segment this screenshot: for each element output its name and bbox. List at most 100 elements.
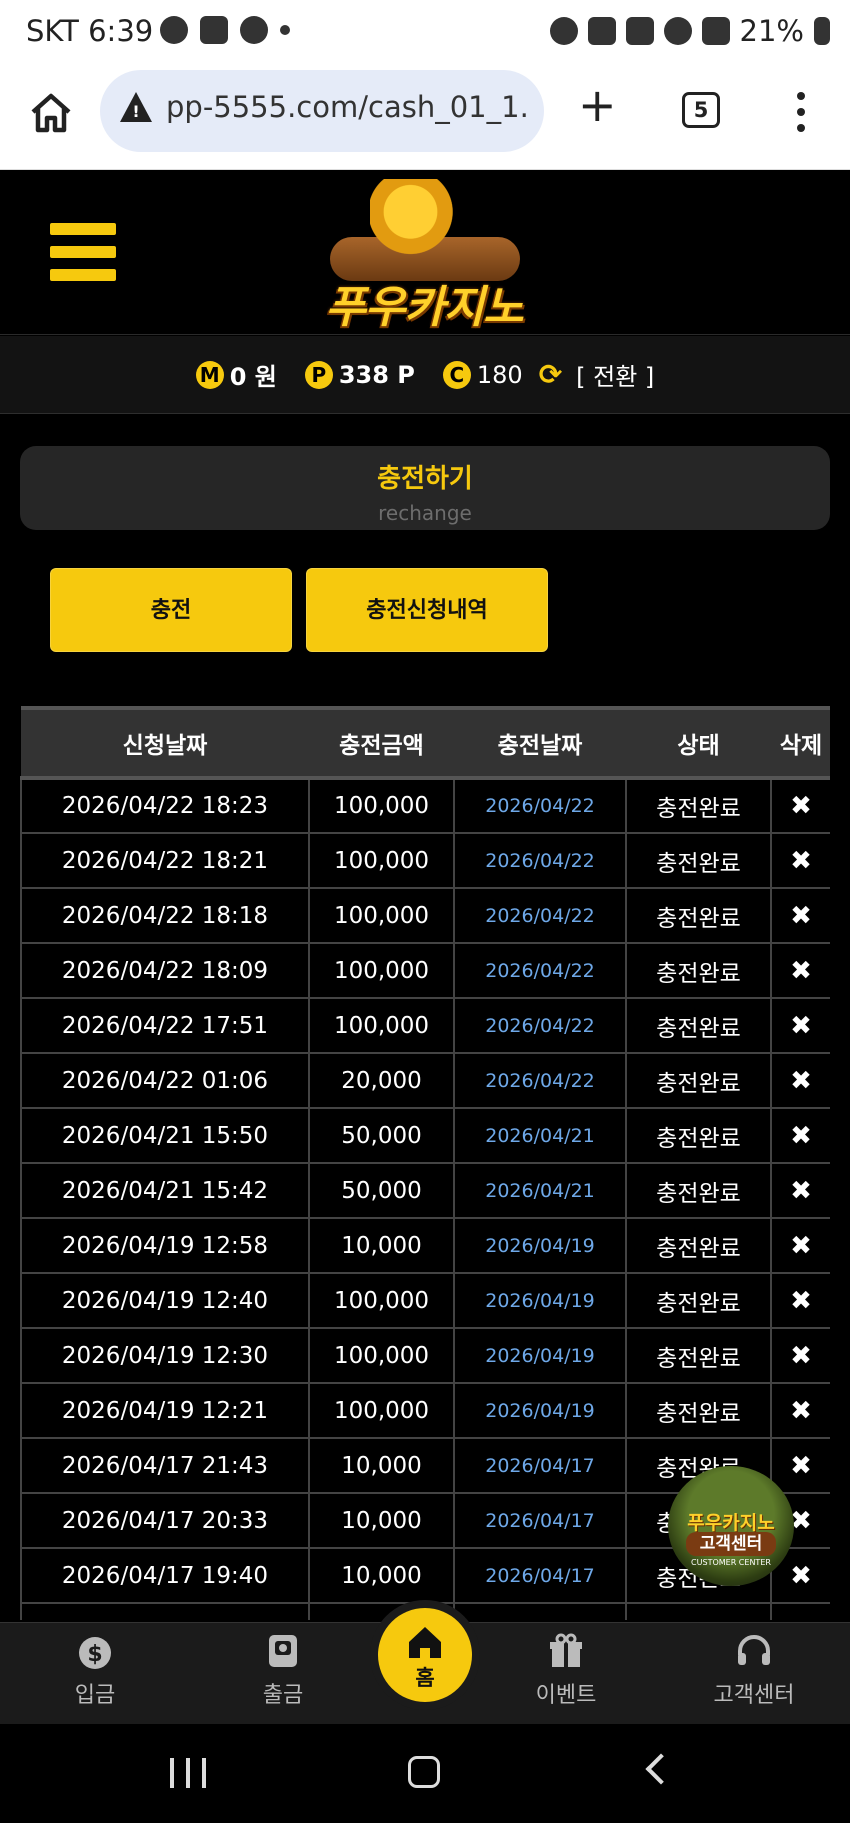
status-cell: 충전완료 (625, 832, 772, 889)
applied-date-cell: 2026/04/19 12:58 (20, 1217, 310, 1274)
hamburger-menu-icon[interactable] (50, 223, 116, 281)
amount-cell: 100,000 (308, 887, 455, 944)
section-title-box: 충전하기 rechange (20, 446, 830, 530)
page-subtitle: rechange (378, 501, 472, 525)
browser-menu-icon[interactable] (796, 92, 806, 132)
applied-date-cell: 2026/04/21 15:42 (20, 1162, 310, 1219)
delete-icon[interactable]: ✖ (770, 1382, 830, 1439)
page-title: 충전하기 (377, 464, 473, 494)
delete-icon[interactable]: ✖ (770, 1162, 830, 1219)
notification-icons (160, 16, 290, 44)
delete-icon[interactable]: ✖ (770, 942, 830, 999)
nav-event[interactable]: 이벤트 (506, 1631, 626, 1709)
tab-switcher-button[interactable]: 5 (682, 92, 720, 128)
applied-date-cell: 2026/04/21 15:50 (20, 1107, 310, 1164)
logo-bear-graphic (370, 179, 460, 261)
home-icon (409, 1627, 441, 1658)
recharge-date-cell: 2026/04/22 (453, 1052, 627, 1109)
nav-customer-center[interactable]: 고객센터 (694, 1631, 814, 1709)
delete-icon[interactable]: ✖ (770, 1272, 830, 1329)
table-row: 2026/04/22 17:51 100,000 2026/04/22 충전완료 ✖ (20, 997, 830, 1054)
gift-icon (550, 1633, 582, 1667)
amount-cell: 10,000 (308, 1437, 455, 1494)
recharge-date-cell: 2026/04/17 (453, 1602, 627, 1620)
new-tab-icon[interactable]: + (578, 82, 617, 128)
system-home-icon[interactable] (408, 1756, 440, 1788)
table-header-row: 신청날짜 충전금액 충전날짜 상태 삭제 (21, 706, 830, 778)
applied-date-cell: 2026/04/17 20:33 (20, 1492, 310, 1549)
delete-icon[interactable]: ✖ (770, 887, 830, 944)
cs-badge-brand: 푸우카지노 (687, 1512, 775, 1534)
table-row: 2026/04/19 12:30 100,000 2026/04/19 충전완료 ✖ (20, 1327, 830, 1384)
recharge-date-cell: 2026/04/21 (453, 1162, 627, 1219)
delete-icon[interactable]: ✖ (770, 1052, 830, 1109)
amount-cell: 10,000 (308, 1217, 455, 1274)
refresh-icon[interactable]: ⟳ (539, 358, 562, 391)
headset-icon (738, 1635, 770, 1665)
recharge-date-cell: 2026/04/17 (453, 1547, 627, 1604)
delete-icon[interactable]: ✖ (770, 776, 830, 834)
status-cell: 충전완료 (625, 1382, 772, 1439)
location-icon (663, 17, 692, 45)
points-value: 338 P (338, 360, 415, 389)
applied-date-cell: 2026/04/17 19:20 (20, 1602, 310, 1620)
recharge-date-cell: 2026/04/22 (453, 997, 627, 1054)
amount-cell: 50,000 (308, 1107, 455, 1164)
gallery-icon (200, 16, 228, 44)
browser-home-icon[interactable] (28, 90, 74, 136)
header-amount: 충전금액 (309, 706, 454, 778)
delete-icon[interactable]: ✖ (770, 832, 830, 889)
status-cell: 충전완료 (625, 1052, 772, 1109)
recents-icon[interactable] (170, 1758, 206, 1788)
table-row: 2026/04/21 15:42 50,000 2026/04/21 충전완료 ✖ (20, 1162, 830, 1219)
amount-cell: 50,000 (308, 1162, 455, 1219)
amount-cell: 10,000 (308, 1492, 455, 1549)
delete-icon[interactable]: ✖ (770, 1217, 830, 1274)
nav-deposit[interactable]: $ 입금 (35, 1631, 155, 1709)
customer-center-badge[interactable]: 푸우카지노 고객센터 CUSTOMER CENTER (668, 1466, 794, 1586)
applied-date-cell: 2026/04/22 18:23 (20, 776, 310, 834)
status-cell: 충전완료 (625, 1272, 772, 1329)
applied-date-cell: 2026/04/17 21:43 (20, 1437, 310, 1494)
system-indicators: 21% (549, 14, 830, 48)
nav-home-button[interactable]: 홈 (378, 1608, 472, 1702)
status-cell: 충전완료 (625, 887, 772, 944)
mute-icon (625, 17, 654, 45)
more-dot-icon (280, 25, 290, 35)
recharge-date-cell: 2026/04/19 (453, 1217, 627, 1274)
dollar-bag-icon: $ (79, 1637, 111, 1669)
talk-icon (160, 16, 188, 44)
nav-customer-center-label: 고객센터 (713, 1683, 795, 1708)
back-icon[interactable] (645, 1753, 677, 1785)
url-text[interactable]: pp-5555.com/cash_01_1.as (166, 90, 530, 124)
recharge-date-cell: 2026/04/19 (453, 1272, 627, 1329)
delete-icon[interactable]: ✖ (770, 1437, 830, 1494)
applied-date-cell: 2026/04/22 01:06 (20, 1052, 310, 1109)
lte-signal-icon (701, 17, 730, 45)
delete-icon[interactable]: ✖ (770, 1602, 830, 1620)
applied-date-cell: 2026/04/22 17:51 (20, 997, 310, 1054)
amount-cell: 100,000 (308, 942, 455, 999)
table-row: 2026/04/19 12:21 100,000 2026/04/19 충전완료 ✖ (20, 1382, 830, 1439)
recharge-button[interactable]: 충전 (50, 568, 292, 652)
cs-badge-sublabel: CUSTOMER CENTER (691, 1558, 771, 1567)
atm-icon (269, 1635, 297, 1667)
signal-app-icon (240, 16, 268, 44)
header-recharge-date: 충전날짜 (454, 706, 626, 778)
delete-icon[interactable]: ✖ (770, 997, 830, 1054)
table-row: 2026/04/19 12:40 100,000 2026/04/19 충전완료 ✖ (20, 1272, 830, 1329)
delete-icon[interactable]: ✖ (770, 1327, 830, 1384)
switch-button[interactable]: [ 전환 ] (576, 357, 654, 392)
table-row: 2026/04/22 18:21 100,000 2026/04/22 충전완료 ✖ (20, 832, 830, 889)
nav-withdraw-label: 출금 (262, 1683, 304, 1708)
status-cell: 충전완료 (625, 1602, 772, 1620)
money-coin-icon: M (195, 360, 224, 389)
browser-toolbar: ! pp-5555.com/cash_01_1.as + 5 (0, 64, 850, 170)
delete-icon[interactable]: ✖ (770, 1107, 830, 1164)
nav-withdraw[interactable]: 출금 (223, 1631, 343, 1709)
carrier-time: SKT 6:39 (26, 14, 154, 48)
amount-cell: 100,000 (308, 832, 455, 889)
status-cell: 충전완료 (625, 776, 772, 834)
recharge-history-button[interactable]: 충전신청내역 (306, 568, 548, 652)
site-logo[interactable]: 푸우카지노 (308, 179, 540, 333)
